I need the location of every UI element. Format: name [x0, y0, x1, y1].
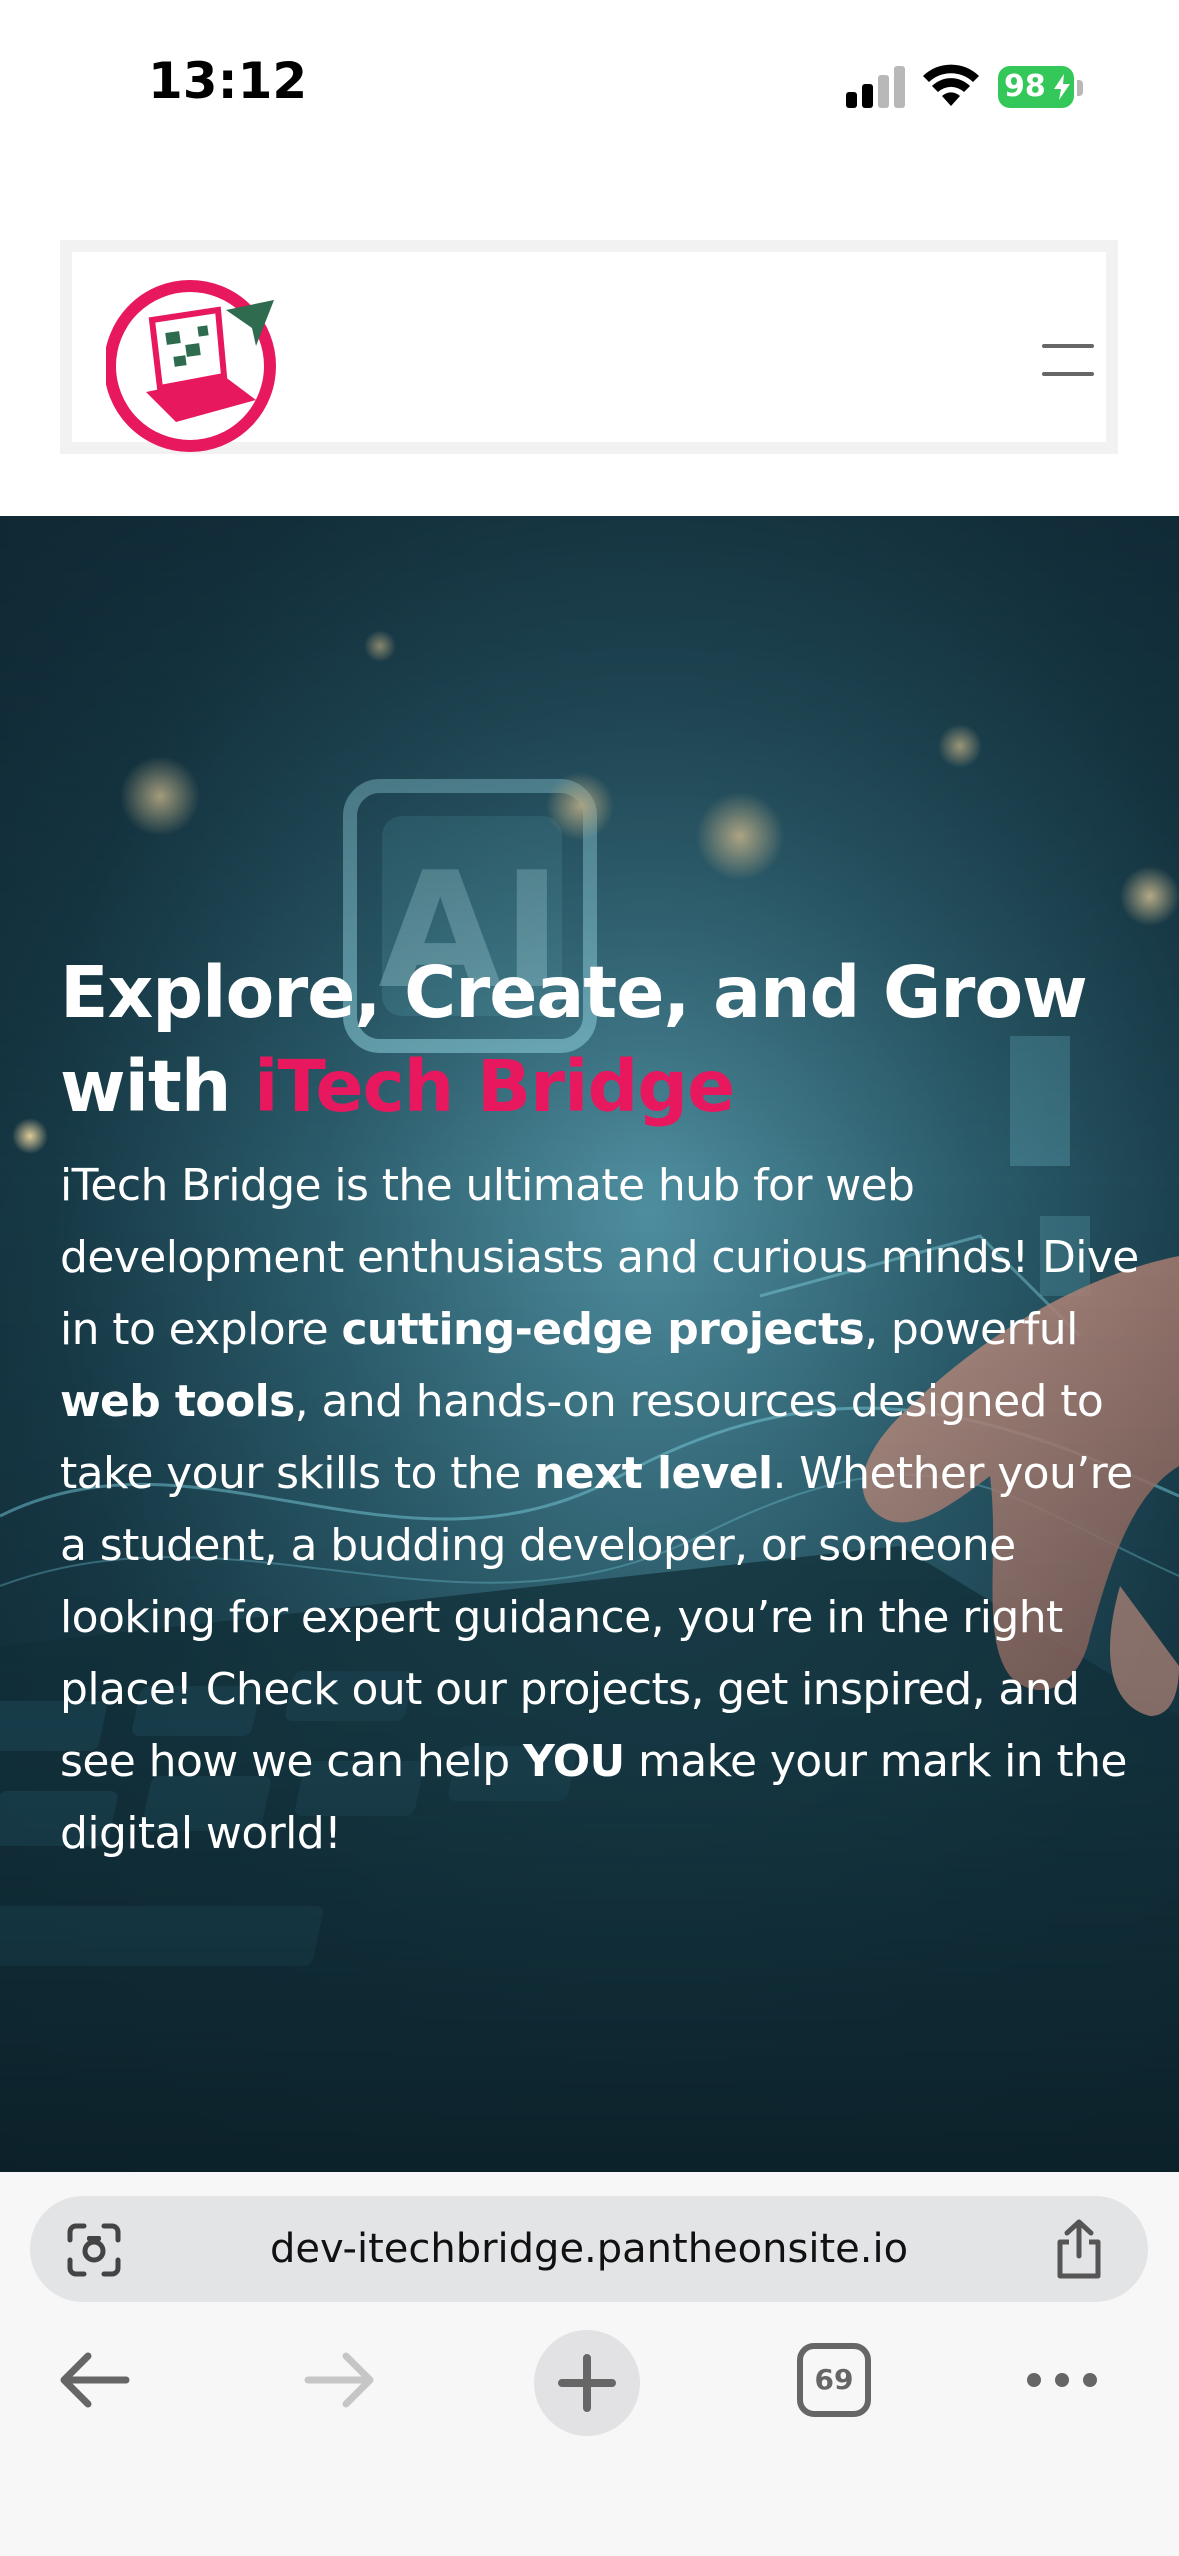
plus-icon	[558, 2354, 616, 2412]
address-bar[interactable]: dev-itechbridge.pantheonsite.io	[30, 2196, 1148, 2302]
more-icon[interactable]	[1024, 2342, 1100, 2418]
itech-bridge-logo[interactable]	[106, 272, 296, 452]
back-arrow-icon[interactable]	[56, 2342, 132, 2418]
tabs-button[interactable]: 69	[796, 2342, 872, 2418]
new-tab-button[interactable]	[534, 2330, 640, 2436]
status-bar: 13:12 98	[0, 0, 1179, 170]
share-icon[interactable]	[1050, 2218, 1108, 2280]
battery-cap	[1077, 80, 1083, 96]
url-text[interactable]: dev-itechbridge.pantheonsite.io	[30, 2196, 1148, 2302]
browser-toolbar: dev-itechbridge.pantheonsite.io 69	[0, 2172, 1179, 2556]
site-header	[60, 240, 1118, 454]
hero-section: AI E	[0, 516, 1179, 2172]
hero-title-brand: iTech Bridge	[254, 1045, 735, 1128]
hero-content: Explore, Create, and Grow with iTech Brid…	[60, 946, 1140, 1870]
charging-bolt-icon	[1054, 74, 1070, 100]
tab-count: 69	[814, 2363, 854, 2396]
hero-title: Explore, Create, and Grow with iTech Brid…	[60, 946, 1140, 1134]
cellular-signal-icon	[846, 64, 906, 108]
status-time: 13:12	[148, 52, 308, 110]
hamburger-menu-button[interactable]	[1042, 344, 1094, 378]
hero-description: iTech Bridge is the ultimate hub for web…	[60, 1150, 1140, 1870]
site-header-inner	[72, 252, 1106, 452]
hero-title-with: with	[60, 1045, 255, 1128]
wifi-icon	[923, 64, 979, 106]
hero-desc-bold: next level	[534, 1448, 773, 1499]
hero-title-line1: Explore, Create, and Grow	[60, 951, 1088, 1034]
hero-desc-text: , powerful	[864, 1304, 1078, 1355]
battery-level: 98	[1004, 69, 1046, 104]
menu-line	[1042, 372, 1094, 376]
hero-desc-bold: YOU	[523, 1736, 625, 1787]
forward-arrow-icon[interactable]	[302, 2342, 378, 2418]
battery-icon: 98	[998, 66, 1074, 108]
menu-line	[1042, 344, 1094, 348]
hero-desc-bold: web tools	[60, 1376, 295, 1427]
hero-desc-bold: cutting-edge projects	[341, 1304, 865, 1355]
